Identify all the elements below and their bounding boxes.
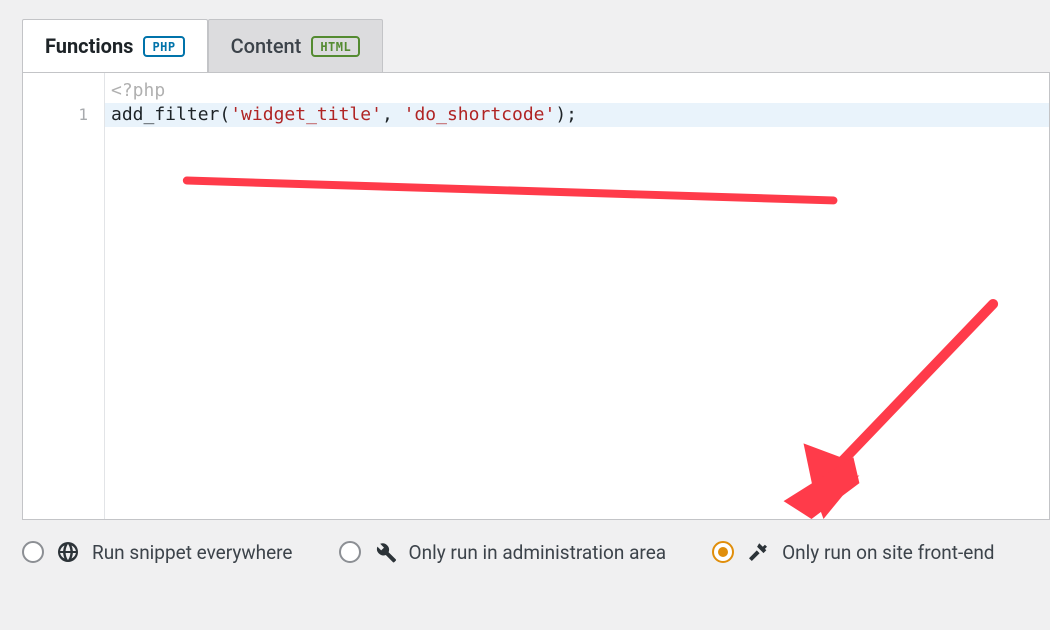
code-type-tabs: Functions PHP Content HTML xyxy=(22,18,1050,72)
hammer-icon xyxy=(746,540,770,564)
radio-everywhere[interactable] xyxy=(22,541,44,563)
option-run-frontend[interactable]: Only run on site front-end xyxy=(712,540,994,564)
tab-content[interactable]: Content HTML xyxy=(208,19,384,73)
line-number-gutter: 0 1 xyxy=(23,73,105,519)
line-number-blank: 0 xyxy=(23,79,88,103)
line-number-1: 1 xyxy=(23,103,88,127)
option-run-everywhere[interactable]: Run snippet everywhere xyxy=(22,540,293,564)
tab-functions-label: Functions xyxy=(45,34,133,58)
tab-content-label: Content xyxy=(231,34,302,58)
html-badge: HTML xyxy=(311,36,360,57)
wrench-icon xyxy=(373,540,397,564)
code-line-1: add_filter('widget_title', 'do_shortcode… xyxy=(105,103,1049,127)
option-run-frontend-label: Only run on site front-end xyxy=(782,541,994,564)
php-badge: PHP xyxy=(143,36,184,57)
globe-icon xyxy=(56,540,80,564)
option-run-admin[interactable]: Only run in administration area xyxy=(339,540,667,564)
annotation-overlay xyxy=(105,73,1049,519)
tab-functions[interactable]: Functions PHP xyxy=(22,19,208,73)
code-area[interactable]: <?php add_filter('widget_title', 'do_sho… xyxy=(105,73,1049,519)
option-run-everywhere-label: Run snippet everywhere xyxy=(92,541,293,564)
radio-frontend[interactable] xyxy=(712,541,734,563)
code-open-tag: <?php xyxy=(105,79,1049,103)
option-run-admin-label: Only run in administration area xyxy=(409,541,667,564)
code-editor[interactable]: 0 1 <?php add_filter('widget_title', 'do… xyxy=(22,72,1050,520)
run-location-options: Run snippet everywhere Only run in admin… xyxy=(0,520,1050,584)
radio-admin[interactable] xyxy=(339,541,361,563)
